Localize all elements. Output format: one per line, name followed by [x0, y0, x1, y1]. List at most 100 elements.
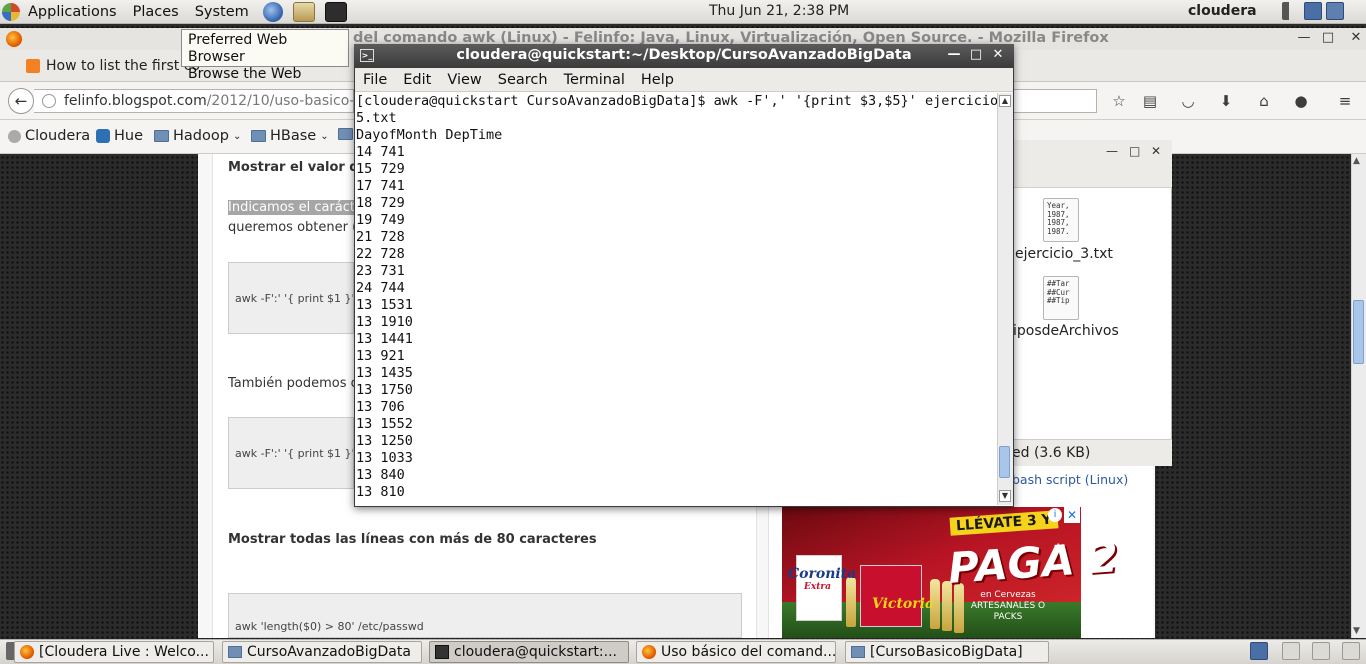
terminal-line: 5.txt	[356, 110, 397, 126]
text-file-icon[interactable]: ##Tar ##Cur ##Tip	[1043, 276, 1079, 320]
ad-subtext: en Cervezas ARTESANALES O PACKS	[970, 590, 1046, 622]
page-scrollbar[interactable]	[1351, 154, 1366, 638]
pocket-icon[interactable]: ◡	[1177, 91, 1199, 111]
downloads-icon[interactable]: ⬇	[1215, 91, 1237, 111]
terminal-line: 13 1531	[356, 297, 413, 313]
folder-icon	[228, 646, 242, 658]
system-menu[interactable]: System	[187, 0, 257, 24]
email-launcher-icon[interactable]	[292, 1, 315, 22]
terminal-line: 19 749	[356, 212, 405, 228]
taskbar-button[interactable]: cloudera@quickstart:...	[429, 641, 629, 663]
firefox-icon	[20, 645, 34, 659]
terminal-scroll-up-icon[interactable]: ▲	[999, 95, 1011, 107]
hamburger-menu-icon[interactable]: ≡	[1334, 91, 1356, 111]
back-button[interactable]: ←	[8, 88, 34, 114]
workspace-switcher-3[interactable]	[1312, 642, 1330, 660]
terminal-line: 21 728	[356, 229, 405, 245]
workspace-switcher-1[interactable]	[1250, 642, 1268, 660]
workspace-switcher-4[interactable]	[1342, 642, 1360, 660]
chevron-down-icon: ⌄	[320, 130, 329, 142]
terminal-line: 13 921	[356, 348, 405, 364]
site-info-icon[interactable]	[42, 94, 56, 108]
file-label-tipos-de-archivos[interactable]: iposdeArchivos	[1013, 323, 1119, 339]
menu-help[interactable]: Help	[633, 72, 682, 88]
firefox-close-button[interactable]: ✕	[1348, 30, 1364, 45]
bookmark-folder-hadoop[interactable]: Hadoop ⌄	[154, 128, 241, 144]
code-block-1[interactable]: awk -F':' '{ print $1 }' /	[228, 262, 354, 334]
ad-info-icon[interactable]: i	[1048, 508, 1062, 522]
taskbar-button[interactable]: [Cloudera Live : Welco...	[14, 641, 214, 663]
ad-brand-coronita-sub: Extra	[804, 582, 831, 592]
terminal-scrollbar-thumb[interactable]	[999, 446, 1010, 478]
file-label-ejercicio-3[interactable]: ejercicio_3.txt	[1015, 246, 1113, 262]
bookmark-cloudera[interactable]: Cloudera	[8, 128, 90, 144]
terminal-title: cloudera@quickstart:~/Desktop/CursoAvanz…	[456, 47, 912, 63]
scroll-up-arrow-icon[interactable]: ▲	[1353, 156, 1360, 166]
clock[interactable]: Thu Jun 21, 2:38 PM	[709, 3, 849, 19]
article-selected-text[interactable]: Indicamos el caráct	[228, 200, 355, 215]
file-manager-close-button[interactable]: ✕	[1151, 144, 1161, 158]
terminal-output[interactable]: [cloudera@quickstart CursoAvanzadoBigDat…	[355, 93, 997, 505]
menu-search[interactable]: Search	[490, 72, 556, 88]
tab-title: How to list the first co	[46, 58, 201, 74]
folder-icon	[251, 130, 266, 142]
page-scrollbar-thumb[interactable]	[1353, 300, 1364, 364]
terminal-scroll-down-icon[interactable]: ▼	[999, 490, 1011, 502]
applications-logo-icon[interactable]	[2, 2, 20, 21]
article-paragraph: queremos obtener (	[228, 220, 358, 235]
bookmark-hue[interactable]: Hue	[96, 128, 143, 144]
firefox-logo-icon	[6, 31, 22, 47]
terminal-maximize-button[interactable]: □	[968, 47, 984, 62]
terminal-titlebar[interactable]: >_ cloudera@quickstart:~/Desktop/CursoAv…	[354, 44, 1014, 68]
terminal-scrollbar[interactable]	[997, 93, 1013, 505]
file-manager-maximize-button[interactable]: □	[1129, 144, 1140, 158]
bookmark-folder-more[interactable]	[338, 128, 353, 140]
terminal-close-button[interactable]: ✕	[990, 47, 1006, 62]
terminal-line: 24 744	[356, 280, 405, 296]
ad-close-icon[interactable]: ✕	[1064, 507, 1080, 523]
terminal-launcher-icon[interactable]	[324, 1, 347, 22]
tooltip-title: Preferred Web Browser	[188, 32, 288, 65]
text-file-icon[interactable]: Year, 1987, 1987, 1987.	[1043, 198, 1079, 242]
terminal-minimize-button[interactable]: —	[946, 47, 962, 62]
scroll-down-arrow-icon[interactable]: ▼	[1353, 626, 1360, 636]
bookmark-star-icon[interactable]: ☆	[1108, 91, 1130, 111]
url-bar[interactable]: felinfo.blogspot.com/2012/10/uso-basico-	[34, 89, 354, 113]
user-menu[interactable]: cloudera	[1188, 3, 1257, 19]
menu-terminal[interactable]: Terminal	[556, 72, 633, 88]
menu-view[interactable]: View	[439, 72, 489, 88]
web-browser-launcher-icon[interactable]	[262, 1, 283, 22]
terminal-line: 13 1750	[356, 382, 413, 398]
volume-icon[interactable]	[1282, 2, 1300, 20]
menu-file[interactable]: File	[355, 72, 395, 88]
bookmark-folder-hbase[interactable]: HBase ⌄	[251, 128, 329, 144]
home-icon[interactable]: ⌂	[1253, 91, 1275, 111]
taskbar-button[interactable]: CursoAvanzadoBigData	[222, 641, 422, 663]
sidebar-link-bash-script[interactable]: bash script (Linux)	[1012, 472, 1128, 487]
bookmark-label: Cloudera	[25, 128, 91, 144]
firefox-maximize-button[interactable]: □	[1320, 30, 1336, 45]
menu-edit[interactable]: Edit	[395, 72, 439, 88]
ad-asterisk: *	[1054, 540, 1063, 559]
taskbar-button[interactable]: [CursoBasicoBigData]	[845, 641, 1049, 663]
code-block-3[interactable]: awk 'length($0) > 80' /etc/passwd	[228, 593, 742, 638]
workspace-switcher-2[interactable]	[1282, 642, 1300, 660]
ad-brand-victoria: Victoria	[872, 596, 935, 612]
code-block-2[interactable]: awk -F':' '{ print $1 }' /	[228, 417, 354, 489]
taskbar-button[interactable]: Uso básico del comand...	[636, 641, 836, 663]
file-manager-statusbar: ed (3.6 KB)	[1012, 439, 1172, 466]
firefox-minimize-button[interactable]: —	[1296, 30, 1312, 45]
network-connection-icon[interactable]	[1326, 2, 1344, 20]
search-bar[interactable]	[1012, 89, 1097, 113]
tooltip-description: Browse the Web	[188, 66, 302, 82]
reading-list-icon[interactable]: ▤	[1139, 91, 1161, 111]
terminal-line: 13 1441	[356, 331, 413, 347]
terminal-line: DayofMonth DepTime	[356, 127, 503, 143]
file-manager-minimize-button[interactable]: —	[1106, 144, 1118, 158]
applications-menu[interactable]: Applications	[20, 0, 125, 24]
system-tray	[1282, 2, 1344, 20]
places-menu[interactable]: Places	[125, 0, 187, 24]
network-icon[interactable]	[1304, 2, 1322, 20]
chat-icon[interactable]: ●	[1290, 91, 1312, 111]
url-host: felinfo.blogspot.com	[64, 93, 207, 109]
